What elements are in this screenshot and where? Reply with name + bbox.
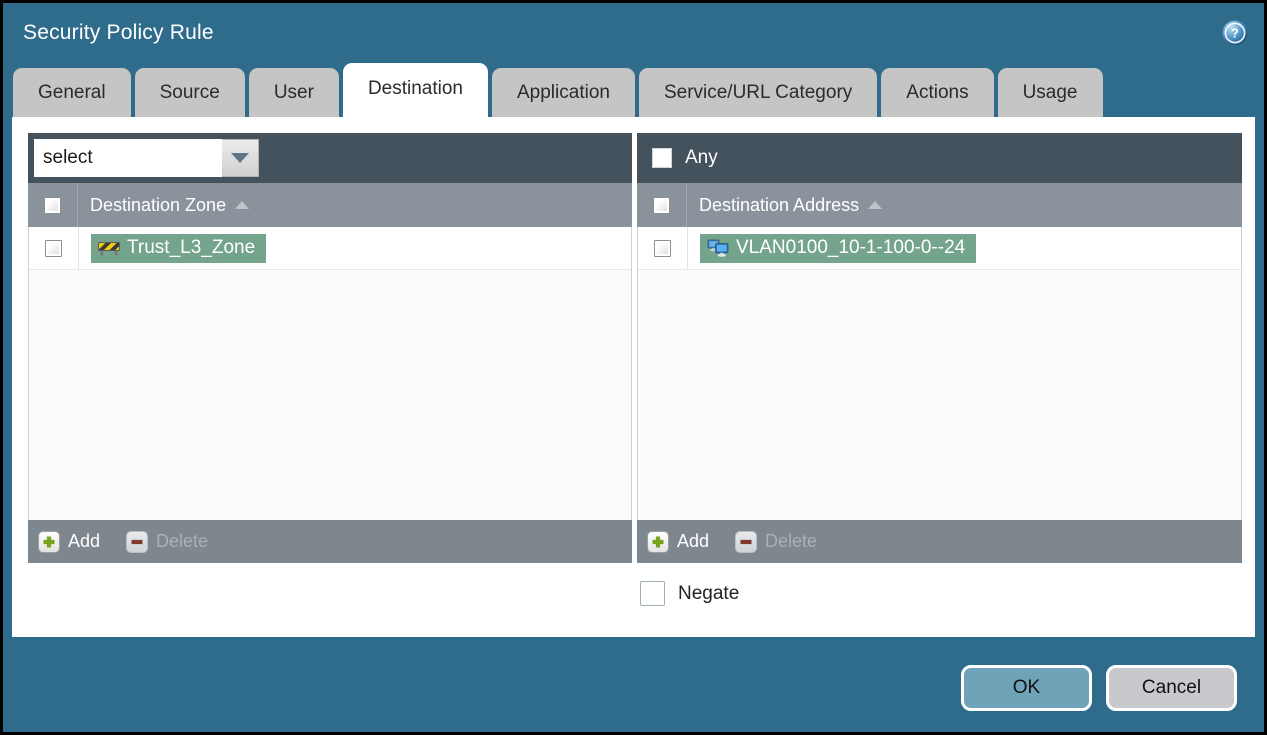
dialog-title: Security Policy Rule [23, 20, 214, 44]
any-control: Any [643, 147, 718, 169]
address-icon [707, 239, 729, 257]
tab-bar: General Source User Destination Applicat… [3, 62, 1264, 117]
tab-general[interactable]: General [13, 68, 131, 117]
sort-asc-icon [868, 201, 883, 209]
address-value-chip: VLAN0100_10-1-100-0--24 [700, 233, 977, 263]
zone-column-header-row: Destination Zone [28, 183, 632, 227]
address-panel-toolbar: Any [637, 133, 1242, 183]
tab-application[interactable]: Application [492, 68, 635, 117]
plus-icon [647, 530, 669, 553]
ok-button[interactable]: OK [961, 665, 1092, 711]
address-select-all-checkbox[interactable] [653, 196, 670, 214]
sort-asc-icon [235, 201, 250, 209]
help-icon[interactable]: ? [1222, 20, 1248, 46]
minus-icon [735, 530, 758, 553]
zone-column-header-label: Destination Zone [90, 194, 227, 215]
zone-row-checkbox[interactable] [45, 239, 62, 257]
chevron-down-icon [231, 153, 249, 163]
negate-control: Negate [640, 581, 1255, 606]
address-table-row[interactable]: VLAN0100_10-1-100-0--24 [638, 227, 1241, 270]
tab-actions[interactable]: Actions [881, 68, 994, 117]
address-add-button[interactable]: Add [647, 530, 710, 553]
zone-panel-footer: Add Delete [28, 520, 632, 563]
plus-icon [38, 530, 60, 553]
address-row-checkbox[interactable] [654, 239, 671, 257]
zone-table-body: Trust_L3_Zone [28, 227, 632, 520]
zone-value-chip: Trust_L3_Zone [91, 233, 267, 263]
address-row-checkbox-cell [638, 227, 688, 269]
zone-delete-label: Delete [156, 531, 209, 551]
address-column-header-row: Destination Address [637, 183, 1242, 227]
address-table-body: VLAN0100_10-1-100-0--24 [637, 227, 1242, 520]
address-add-label: Add [677, 531, 710, 551]
tab-user[interactable]: User [248, 68, 339, 117]
tab-service-url-category[interactable]: Service/URL Category [638, 68, 878, 117]
zone-panel-toolbar: select [28, 133, 632, 183]
negate-checkbox[interactable] [640, 581, 665, 606]
zone-select-all-cell [28, 183, 78, 227]
zone-type-select[interactable]: select [34, 139, 259, 177]
any-label: Any [685, 147, 718, 168]
zone-row-cell: Trust_L3_Zone [79, 227, 267, 269]
zone-row-label: Trust_L3_Zone [127, 236, 256, 258]
any-checkbox[interactable] [652, 148, 672, 168]
address-row-label: VLAN0100_10-1-100-0--24 [736, 236, 966, 258]
cancel-button[interactable]: Cancel [1106, 665, 1237, 711]
tab-destination[interactable]: Destination [342, 63, 488, 117]
destination-address-panel: Any Destination Address VLAN0100_10-1-10… [637, 133, 1242, 563]
panels-container: select Destination Zone Trust_L3_Zone Ad… [28, 133, 1255, 563]
address-select-all-cell [637, 183, 687, 227]
address-row-cell: VLAN0100_10-1-100-0--24 [688, 227, 977, 269]
tab-usage[interactable]: Usage [997, 68, 1103, 117]
zone-column-header[interactable]: Destination Zone [78, 183, 250, 227]
destination-tab-content: select Destination Zone Trust_L3_Zone Ad… [12, 117, 1255, 637]
zone-icon [98, 242, 120, 256]
address-column-header[interactable]: Destination Address [687, 183, 883, 227]
negate-label: Negate [678, 582, 740, 604]
address-delete-label: Delete [765, 531, 818, 551]
zone-select-all-checkbox[interactable] [44, 196, 61, 214]
tab-source[interactable]: Source [134, 68, 245, 117]
zone-add-button[interactable]: Add [38, 530, 101, 553]
help-icon-glyph: ? [1222, 20, 1248, 45]
address-panel-footer: Add Delete [637, 520, 1242, 563]
address-delete-button[interactable]: Delete [735, 530, 818, 553]
svg-text:?: ? [1231, 26, 1239, 40]
minus-icon [126, 530, 149, 553]
zone-row-checkbox-cell [29, 227, 79, 269]
title-bar: Security Policy Rule ? [3, 3, 1264, 62]
address-column-header-label: Destination Address [699, 194, 860, 215]
destination-zone-panel: select Destination Zone Trust_L3_Zone Ad… [28, 133, 632, 563]
zone-type-select-value: select [34, 139, 222, 177]
zone-table-row[interactable]: Trust_L3_Zone [29, 227, 631, 270]
zone-delete-button[interactable]: Delete [126, 530, 209, 553]
zone-type-select-button[interactable] [222, 139, 259, 177]
zone-add-label: Add [68, 531, 101, 551]
security-policy-rule-dialog: Security Policy Rule ? General Source Us… [3, 3, 1264, 732]
dialog-button-bar: OK Cancel [3, 637, 1264, 732]
